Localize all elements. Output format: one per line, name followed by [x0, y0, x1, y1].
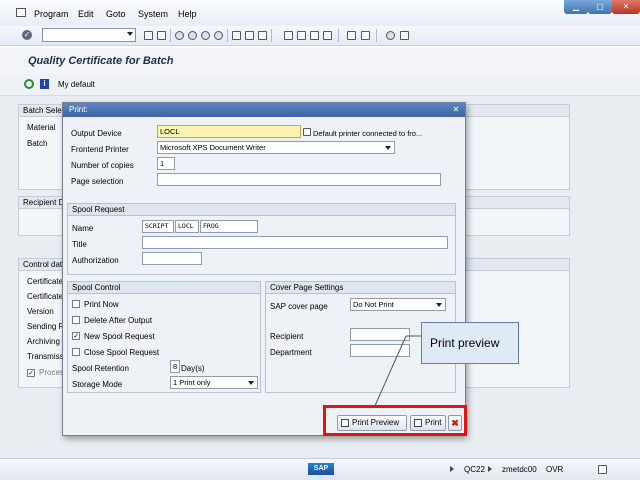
callout-pointer [373, 335, 421, 409]
print-preview-callout: Print preview [421, 322, 519, 364]
